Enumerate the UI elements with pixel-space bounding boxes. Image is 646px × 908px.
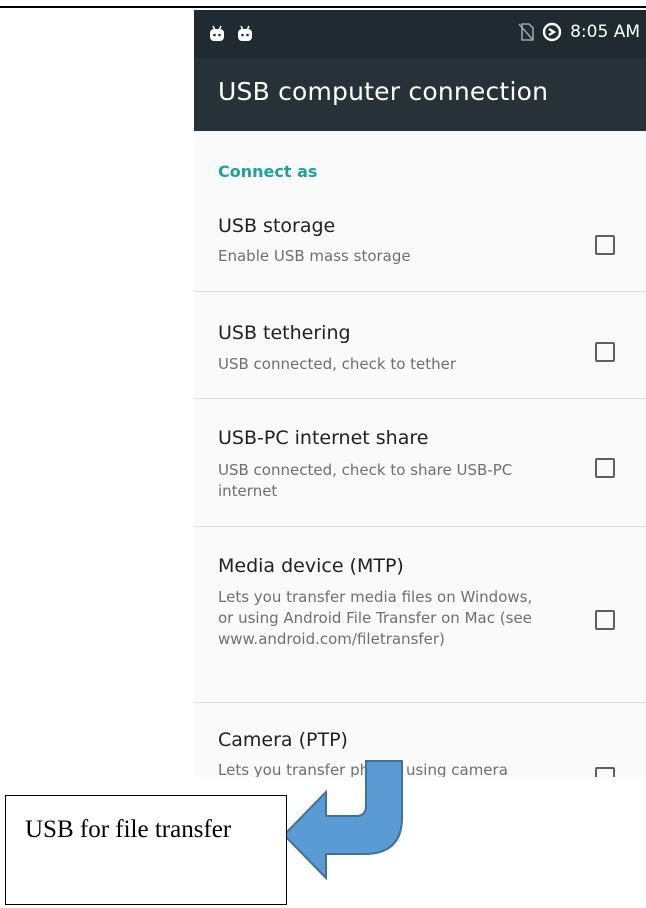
option-subtitle: USB connected, check to share USB-PC int… [218,461,513,500]
option-title: USB storage [218,215,336,237]
page-title: USB computer connection [218,77,549,106]
clock: 8:05 AM [570,22,640,42]
usb-storage-checkbox[interactable] [595,235,615,255]
top-rule [0,6,646,8]
phone-screen: 8:05 AM USB computer connection Connect … [194,10,646,777]
option-subtitle: USB connected, check to tether [218,355,457,373]
annotation-text: USB for file transfer [25,816,232,843]
option-subtitle: Enable USB mass storage [218,247,411,265]
android-debug-icon [210,25,224,41]
option-usb-tethering[interactable]: USB tethering USB connected, check to te… [194,292,646,398]
no-sim-icon [518,23,534,41]
camera-ptp-checkbox[interactable] [595,767,615,777]
android-debug-icon [238,25,252,41]
usb-tethering-checkbox[interactable] [595,342,615,362]
option-usb-storage[interactable]: USB storage Enable USB mass storage [194,200,646,291]
curved-arrow-icon [282,760,403,880]
system-status: 8:05 AM [518,22,640,42]
option-media-device-mtp[interactable]: Media device (MTP) Lets you transfer med… [194,527,646,702]
media-device-mtp-checkbox[interactable] [595,610,615,630]
annotation-callout: USB for file transfer [5,795,287,905]
usb-pc-internet-share-checkbox[interactable] [595,458,615,478]
option-subtitle: Lets you transfer media files on Windows… [218,588,533,648]
option-title: Media device (MTP) [218,555,404,577]
data-saver-icon [542,22,562,42]
option-usb-pc-internet-share[interactable]: USB-PC internet share USB connected, che… [194,399,646,526]
status-bar: 8:05 AM [194,10,646,58]
section-header-connect-as: Connect as [218,162,318,181]
option-title: USB-PC internet share [218,427,429,449]
option-title: USB tethering [218,322,351,344]
option-title: Camera (PTP) [218,729,348,751]
app-bar: USB computer connection [194,58,646,131]
notification-icons [208,24,254,42]
